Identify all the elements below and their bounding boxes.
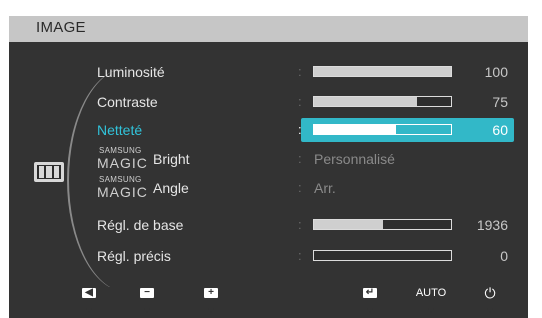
left-arrow-icon: ◀ [82, 288, 96, 298]
menu-item-nettete[interactable]: Netteté : 60 [9, 117, 528, 143]
separator: : [298, 180, 302, 195]
menu-item-magic-angle[interactable]: SAMSUNG MAGIC Angle : Arr. [9, 175, 528, 201]
magic-word: MAGIC [97, 184, 148, 200]
menu-item-regl-precis[interactable]: Régl. précis : 0 [9, 243, 528, 269]
samsung-brand: SAMSUNG [99, 175, 142, 184]
magic-suffix: Bright [153, 151, 190, 167]
magic-suffix: Angle [153, 180, 189, 196]
menu-item-label: Régl. précis [97, 248, 171, 264]
menu-item-label: Contraste [97, 94, 158, 110]
menu-item-label: Netteté [97, 122, 143, 138]
brightness-value: 100 [484, 64, 508, 80]
fine-slider[interactable] [313, 250, 452, 261]
menu-item-luminosite[interactable]: Luminosité : 100 [9, 59, 528, 85]
menu-item-magic-bright[interactable]: SAMSUNG MAGIC Bright : Personnalisé [9, 146, 528, 172]
plus-icon: + [204, 288, 218, 298]
separator: : [298, 248, 302, 263]
minus-icon: − [140, 288, 154, 298]
coarse-slider[interactable] [313, 219, 452, 230]
magic-word: MAGIC [97, 155, 148, 171]
auto-button[interactable]: AUTO [411, 287, 451, 318]
power-icon: ⏻ [484, 285, 496, 301]
separator: : [298, 217, 302, 232]
coarse-value: 1936 [476, 217, 508, 233]
plus-button[interactable]: + [191, 287, 231, 318]
menu-title: IMAGE [36, 19, 86, 36]
auto-label: AUTO [415, 287, 447, 299]
enter-button[interactable]: ↵ [350, 287, 390, 318]
menu-item-label: Luminosité [97, 64, 165, 80]
bottom-button-bar: ◀ − + ↵ AUTO ⏻ [9, 285, 528, 318]
brightness-slider[interactable] [313, 66, 452, 77]
contrast-value: 75 [492, 94, 508, 110]
separator: : [298, 94, 302, 109]
left-button[interactable]: ◀ [69, 287, 109, 318]
enter-icon: ↵ [363, 288, 377, 298]
sharpness-value: 60 [492, 122, 508, 138]
minus-button[interactable]: − [127, 287, 167, 318]
menu-item-contraste[interactable]: Contraste : 75 [9, 89, 528, 115]
sharpness-slider[interactable] [313, 124, 452, 135]
osd-menu: IMAGE Luminosité : 100 Contraste : 75 Ne… [9, 16, 528, 287]
separator: : [298, 64, 302, 79]
contrast-slider[interactable] [313, 96, 452, 107]
power-button[interactable]: ⏻ [470, 285, 510, 318]
menu-item-label: Régl. de base [97, 217, 184, 233]
magic-angle-value: Arr. [314, 180, 336, 196]
title-bar: IMAGE [9, 16, 528, 42]
separator: : [298, 122, 302, 137]
fine-value: 0 [500, 248, 508, 264]
menu-item-regl-de-base[interactable]: Régl. de base : 1936 [9, 212, 528, 238]
separator: : [298, 151, 302, 166]
magic-bright-value: Personnalisé [314, 151, 395, 167]
samsung-brand: SAMSUNG [99, 146, 142, 155]
